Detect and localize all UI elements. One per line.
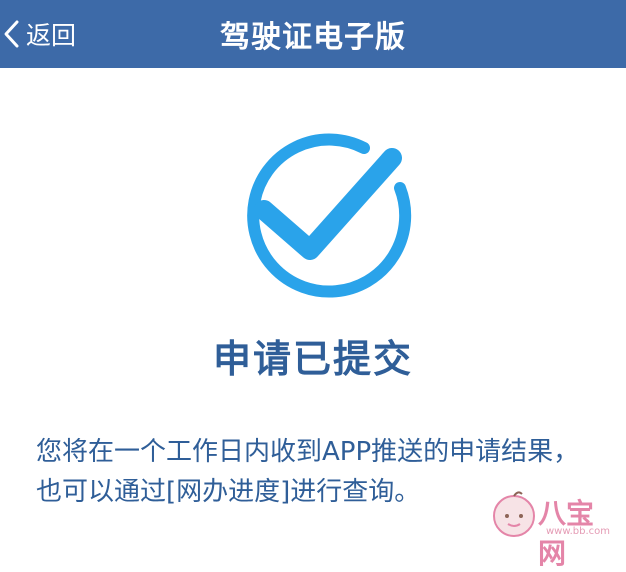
- page-title: 驾驶证电子版: [220, 20, 406, 55]
- checkmark-circle-icon: [222, 122, 422, 302]
- watermark-logo: 八宝网 www.bb.com: [490, 486, 620, 570]
- watermark-url: www.bb.com: [546, 526, 611, 537]
- status-title: 申请已提交: [212, 337, 413, 381]
- top-navigation-bar: 返回 驾驶证电子版: [0, 0, 626, 68]
